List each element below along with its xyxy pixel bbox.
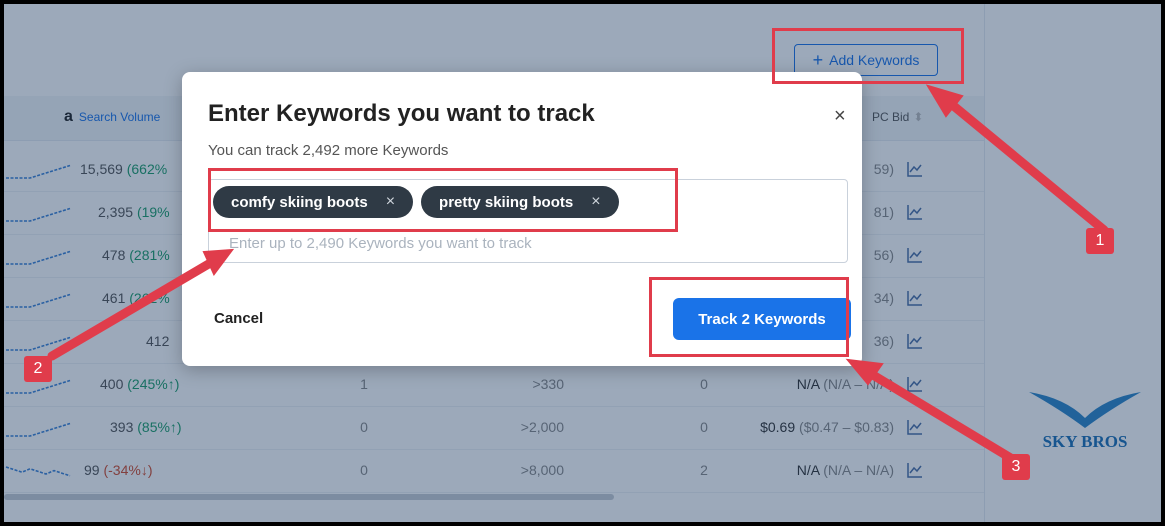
annotation-badge-2: 2: [24, 356, 52, 382]
cancel-button[interactable]: Cancel: [214, 310, 263, 327]
close-icon[interactable]: ×: [834, 106, 846, 126]
annotation-badge-3: 3: [1002, 454, 1030, 480]
annotation-badge-1: 1: [1086, 228, 1114, 254]
highlight-keyword-chips: [208, 168, 678, 232]
screenshot-frame: + Add Keywords a Search Volume PC Bid ⬍ 1…: [4, 4, 1161, 522]
modal-subtitle: You can track 2,492 more Keywords: [208, 142, 449, 159]
keyword-input[interactable]: [229, 232, 829, 254]
highlight-add-keywords: [772, 28, 964, 84]
modal-title: Enter Keywords you want to track: [208, 100, 595, 127]
highlight-track-button: [649, 277, 849, 357]
